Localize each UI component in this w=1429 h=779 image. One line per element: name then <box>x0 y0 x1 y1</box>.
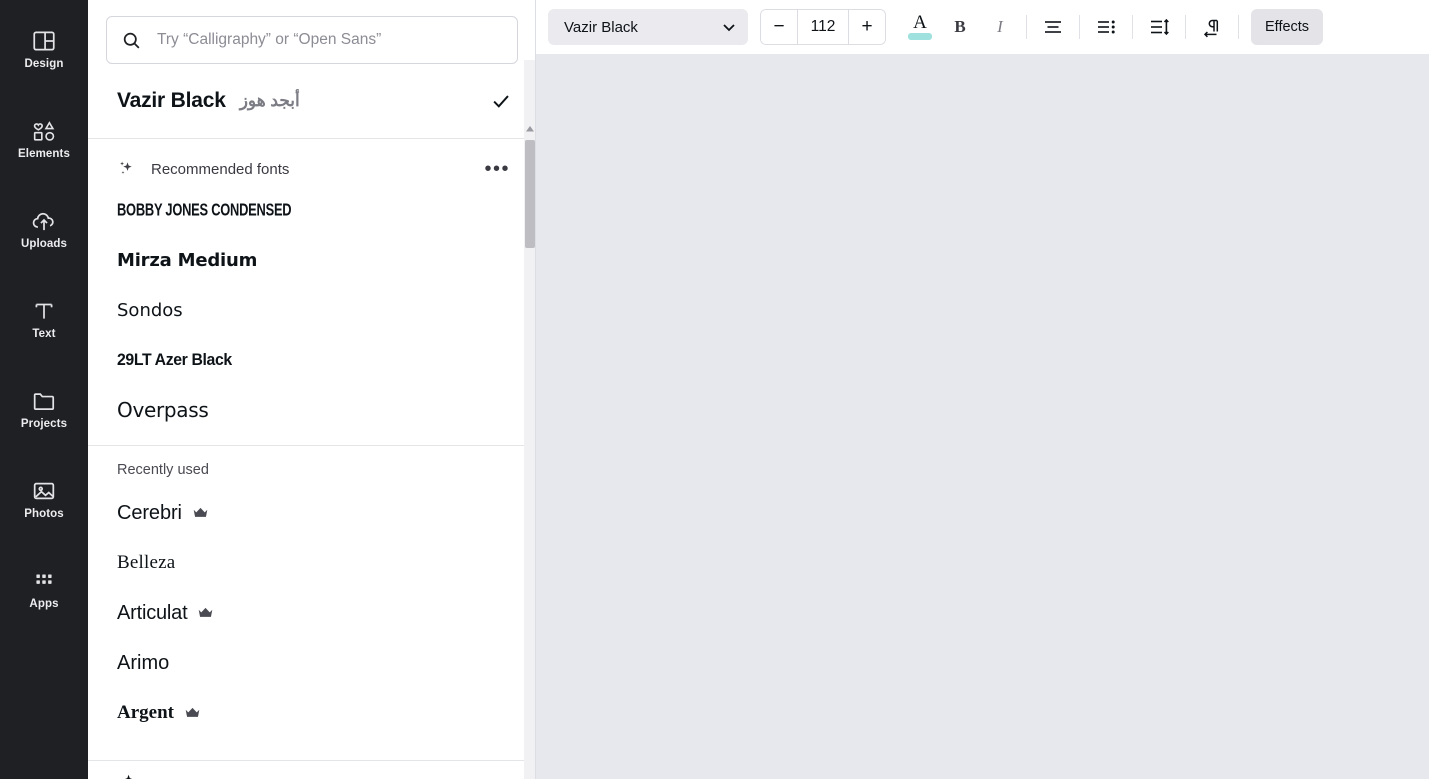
sidebar-item-uploads[interactable]: Uploads <box>8 192 80 266</box>
projects-icon <box>31 388 57 414</box>
sidebar-item-apps[interactable]: Apps <box>8 552 80 626</box>
crown-pro-icon <box>197 606 214 620</box>
effects-button[interactable]: Effects <box>1251 9 1324 45</box>
toolbar-separator <box>1079 15 1080 39</box>
photos-icon <box>31 478 57 504</box>
font-row-mirza-medium[interactable]: Mirza Medium <box>88 235 536 285</box>
sidebar-item-design[interactable]: Design <box>8 12 80 86</box>
sidebar-label-uploads: Uploads <box>20 237 68 250</box>
chevron-down-icon <box>720 18 738 36</box>
font-row-argent[interactable]: Argent <box>88 688 536 738</box>
font-size-decrease-button[interactable]: − <box>761 10 797 44</box>
italic-button[interactable]: I <box>980 7 1020 47</box>
text-direction-button[interactable] <box>1192 7 1232 47</box>
search-icon <box>121 30 142 51</box>
sidebar-item-text[interactable]: Text <box>8 282 80 356</box>
font-row-articulat[interactable]: Articulat <box>88 588 536 638</box>
toolbar-separator <box>1026 15 1027 39</box>
font-list-scrollbar-thumb[interactable] <box>525 140 535 248</box>
sidebar-label-projects: Projects <box>20 417 68 430</box>
font-row-cerebri[interactable]: Cerebri <box>88 488 536 538</box>
text-color-button[interactable]: A <box>900 7 940 47</box>
selected-font-sample: أبجد هوز <box>239 91 300 110</box>
font-row-overpass[interactable]: Overpass <box>88 385 536 435</box>
toolbar-separator <box>1185 15 1186 39</box>
sidebar-label-design: Design <box>24 57 64 70</box>
text-icon <box>31 298 57 324</box>
text-color-icon: A <box>907 13 933 41</box>
font-row-selected[interactable]: Vazir Black أبجد هوز <box>88 74 536 128</box>
bullet-list-icon <box>1095 16 1117 38</box>
recently-used-title: Recently used <box>117 462 209 478</box>
font-row-belleza[interactable]: Belleza <box>88 538 536 588</box>
font-family-value: Vazir Black <box>564 18 638 36</box>
apps-icon <box>31 568 57 594</box>
selected-font-name: Vazir Black <box>117 89 226 112</box>
text-format-toolbar: Vazir Black − + A B I <box>536 0 1429 54</box>
sidebar-label-photos: Photos <box>24 507 64 520</box>
font-name-label: Belleza <box>117 552 176 573</box>
recommended-section-header: Recommended fonts ••• <box>88 139 536 185</box>
list-style-button[interactable] <box>1086 7 1126 47</box>
sidebar-item-projects[interactable]: Projects <box>8 372 80 446</box>
line-spacing-button[interactable] <box>1139 7 1179 47</box>
font-row-bobby-jones-condensed[interactable]: BOBBY JONES CONDENSED <box>88 185 536 235</box>
checkmark-icon <box>490 90 512 112</box>
font-picker-panel: Vazir Black أبجد هوز Recommen <box>88 0 536 779</box>
font-search-box[interactable] <box>106 16 518 64</box>
text-color-swatch <box>908 33 932 40</box>
align-center-icon <box>1042 16 1064 38</box>
font-name-label: BOBBY JONES CONDENSED <box>117 199 292 220</box>
crown-pro-icon <box>192 506 209 520</box>
search-container <box>88 0 536 74</box>
sidebar-label-apps: Apps <box>29 597 59 610</box>
sidebar-label-elements: Elements <box>18 147 70 160</box>
text-direction-rtl-icon <box>1201 16 1223 38</box>
crown-pro-icon <box>184 706 201 720</box>
search-input[interactable] <box>155 30 503 50</box>
sidebar-item-elements[interactable]: Elements <box>8 102 80 176</box>
sparkle-icon <box>117 159 137 179</box>
uploads-icon <box>31 208 57 234</box>
font-name-label: Argent <box>117 702 174 723</box>
elements-icon <box>31 118 57 144</box>
canva-editor-window: Design Elements Uploads Text Projects Ph… <box>0 0 1429 779</box>
panel-bottom-divider <box>88 760 536 761</box>
font-name-label: 29LT Azer Black <box>117 350 232 369</box>
editor-main-area: Vazir Black − + A B I <box>536 0 1429 779</box>
toolbar-separator <box>1132 15 1133 39</box>
recommended-section-title: Recommended fonts <box>151 160 290 178</box>
font-family-dropdown[interactable]: Vazir Black <box>548 9 748 45</box>
section-divider <box>88 445 536 446</box>
font-name-label: Cerebri <box>117 501 182 524</box>
font-size-input[interactable] <box>797 10 849 44</box>
scroll-up-arrow-icon[interactable] <box>525 124 535 134</box>
font-row-sondos[interactable]: Sondos <box>88 285 536 335</box>
font-name-label: Mirza Medium <box>117 249 258 271</box>
canvas-workspace: طراحی مد نظر خود را انتخاب کنید. فونت من… <box>536 54 1429 779</box>
left-nav-rail: Design Elements Uploads Text Projects Ph… <box>0 0 88 779</box>
sidebar-item-photos[interactable]: Photos <box>8 462 80 536</box>
font-name-label: Arimo <box>117 651 170 674</box>
font-name-label: Articulat <box>117 601 188 624</box>
font-row-arimo[interactable]: Arimo <box>88 638 536 688</box>
bold-button[interactable]: B <box>940 7 980 47</box>
design-icon <box>31 28 57 54</box>
font-size-increase-button[interactable]: + <box>849 10 885 44</box>
recommended-more-options-icon[interactable]: ••• <box>482 159 512 179</box>
line-spacing-icon <box>1148 16 1170 38</box>
font-row-29lt-azer-black[interactable]: 29LT Azer Black <box>88 335 536 385</box>
sidebar-label-text: Text <box>32 327 56 340</box>
sparkle-icon-partial <box>117 771 139 779</box>
toolbar-separator <box>1238 15 1239 39</box>
font-size-stepper: − + <box>760 9 886 45</box>
text-color-glyph: A <box>913 12 927 33</box>
font-list-scroll-region: Vazir Black أبجد هوز Recommended fonts •… <box>88 74 536 779</box>
font-name-label: Sondos <box>117 299 183 321</box>
font-name-label: Overpass <box>117 398 209 422</box>
text-align-button[interactable] <box>1033 7 1073 47</box>
